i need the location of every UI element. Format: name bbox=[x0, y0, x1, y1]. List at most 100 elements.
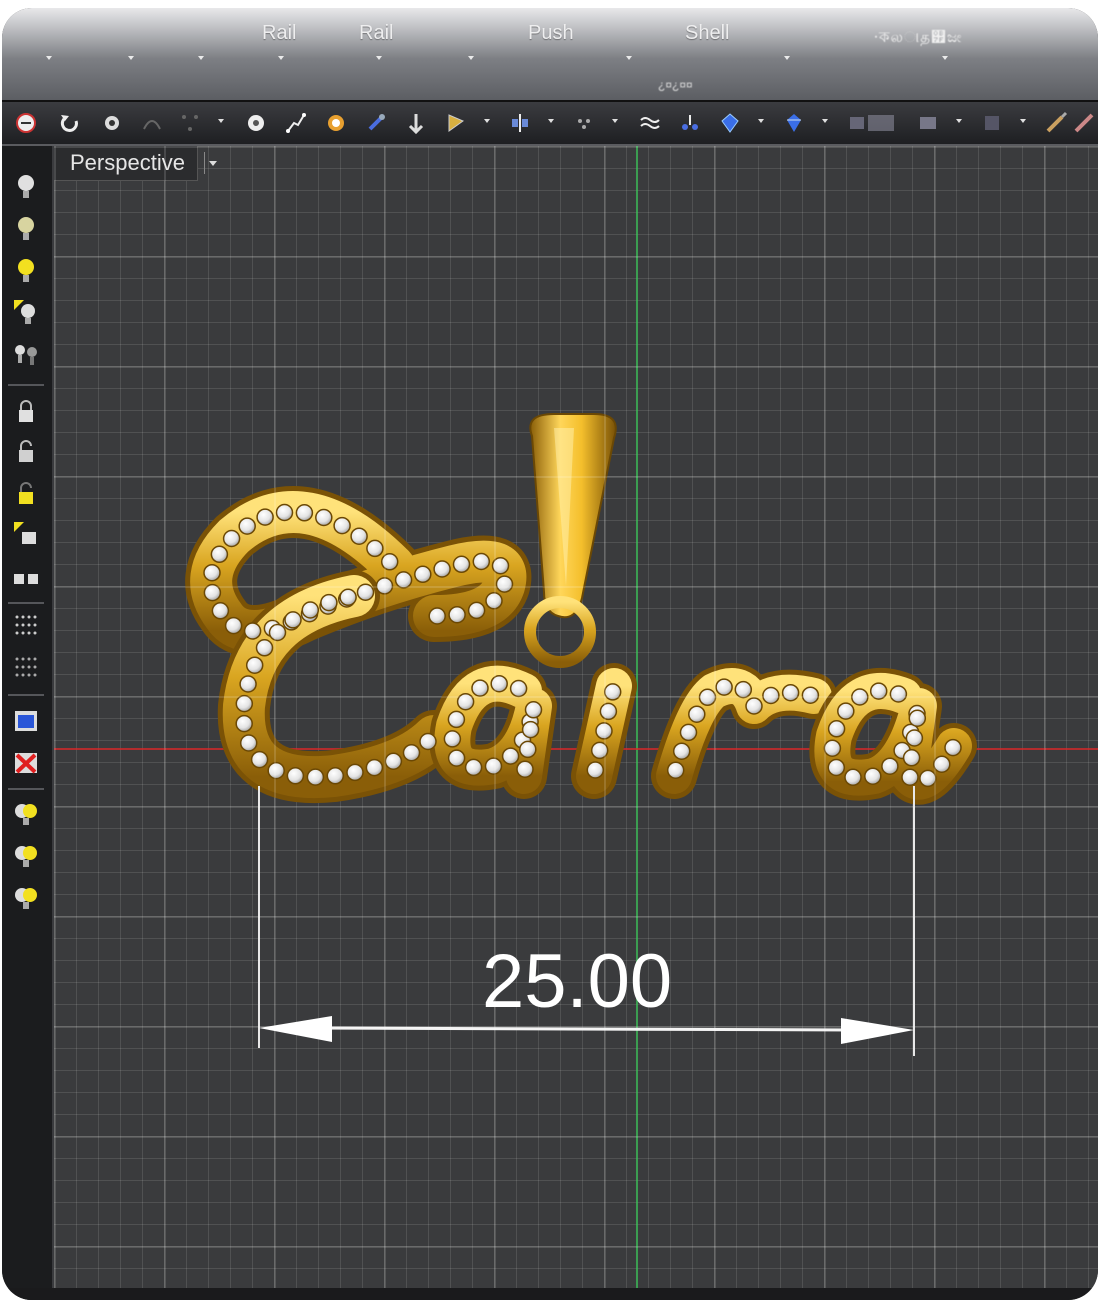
points-on-icon[interactable] bbox=[12, 612, 40, 642]
array-icon[interactable] bbox=[572, 111, 596, 135]
ribbon-dropdown-caret[interactable] bbox=[626, 56, 632, 60]
curve-icon[interactable] bbox=[140, 111, 164, 135]
light-bulb-select-icon[interactable] bbox=[12, 298, 40, 328]
diamond-stone bbox=[524, 701, 543, 719]
lock-alt-icon[interactable] bbox=[12, 438, 40, 468]
diamond-stone bbox=[238, 517, 256, 535]
diamond-stone bbox=[428, 607, 446, 625]
diamond-stone bbox=[698, 688, 717, 707]
render-window-icon[interactable] bbox=[12, 706, 40, 736]
panel-icon[interactable] bbox=[980, 111, 1004, 135]
mirror-icon[interactable] bbox=[508, 111, 532, 135]
lock-icon[interactable] bbox=[12, 398, 40, 428]
brush-icon[interactable] bbox=[1044, 111, 1068, 135]
pen-icon[interactable] bbox=[1072, 111, 1096, 135]
dimension-arrow-left bbox=[259, 1016, 332, 1042]
diamond-stone bbox=[586, 761, 605, 779]
select-icon[interactable] bbox=[364, 111, 388, 135]
pendant-bail[interactable] bbox=[524, 413, 617, 668]
gem-icon[interactable] bbox=[718, 111, 742, 135]
ribbon-dropdown-caret[interactable] bbox=[376, 56, 382, 60]
ribbon-dropdown-caret[interactable] bbox=[198, 56, 204, 60]
extrude-icon[interactable] bbox=[444, 111, 468, 135]
ribbon-group-blurred[interactable]: ⸱কலାத୿ಜೕ bbox=[874, 26, 962, 51]
ribbon-dropdown-caret[interactable] bbox=[278, 56, 284, 60]
render-icon[interactable] bbox=[324, 111, 348, 135]
history-icon[interactable] bbox=[14, 111, 38, 135]
toolbar-caret[interactable] bbox=[548, 119, 554, 123]
gear-icon[interactable] bbox=[100, 111, 124, 135]
diamond-stone bbox=[519, 740, 537, 759]
diamond-stone bbox=[250, 750, 269, 769]
diamond-stone bbox=[944, 738, 962, 757]
toolbar-caret[interactable] bbox=[822, 119, 828, 123]
viewport-menu-dropdown[interactable] bbox=[204, 152, 219, 174]
diamond-stone bbox=[590, 741, 609, 760]
dimension-arrow-right bbox=[841, 1018, 914, 1044]
diamond-stone bbox=[901, 768, 919, 786]
toolbar-caret[interactable] bbox=[218, 119, 224, 123]
diamond-stone bbox=[301, 601, 320, 619]
ribbon-group-shell[interactable]: Shell bbox=[685, 22, 729, 45]
toolbar-caret[interactable] bbox=[758, 119, 764, 123]
viewport-title[interactable]: Perspective bbox=[54, 146, 198, 181]
delete-render-icon[interactable] bbox=[12, 748, 40, 778]
ribbon-group-push[interactable]: Push bbox=[528, 22, 574, 45]
light-bulb-icon[interactable] bbox=[12, 172, 40, 202]
lock-yellow-icon[interactable] bbox=[12, 480, 40, 510]
diamond-stone bbox=[203, 563, 221, 582]
gem-set-icon[interactable] bbox=[678, 111, 702, 135]
status-strip bbox=[2, 1288, 1098, 1300]
diamond-icon[interactable] bbox=[782, 111, 806, 135]
lock-pair-icon[interactable] bbox=[12, 562, 40, 592]
ribbon-dropdown-caret[interactable] bbox=[942, 56, 948, 60]
light-pair-alt-icon[interactable] bbox=[12, 842, 40, 872]
tools-cluster-icon[interactable] bbox=[848, 111, 898, 135]
left-toolbar bbox=[2, 146, 54, 1300]
diamond-stone bbox=[881, 757, 899, 775]
diamond-stone bbox=[306, 768, 325, 786]
ribbon-dropdown-caret[interactable] bbox=[784, 56, 790, 60]
diamond-stone bbox=[762, 686, 780, 705]
toolbar-caret[interactable] bbox=[484, 119, 490, 123]
diamond-stone bbox=[255, 639, 274, 657]
diamond-stone bbox=[456, 692, 475, 711]
diamond-stone bbox=[516, 760, 534, 778]
ribbon-dropdown-caret[interactable] bbox=[46, 56, 52, 60]
diamond-stone bbox=[501, 747, 520, 765]
ribbon-dropdown-caret[interactable] bbox=[468, 56, 474, 60]
diamond-stone bbox=[222, 529, 241, 548]
diamond-stone bbox=[734, 680, 753, 699]
toolbar-caret[interactable] bbox=[612, 119, 618, 123]
ribbon-group-rail-2[interactable]: Rail bbox=[359, 22, 393, 45]
light-pair-select-icon[interactable] bbox=[12, 884, 40, 914]
light-pair-icon[interactable] bbox=[12, 800, 40, 830]
lock-select-icon[interactable] bbox=[12, 520, 40, 550]
toolbar-caret[interactable] bbox=[1020, 119, 1026, 123]
layer-icon[interactable] bbox=[916, 111, 940, 135]
perspective-viewport[interactable]: 25.00 Perspective bbox=[54, 146, 1098, 1288]
wave-icon[interactable] bbox=[638, 111, 662, 135]
toolbar-caret[interactable] bbox=[956, 119, 962, 123]
undo-icon[interactable] bbox=[58, 111, 82, 135]
diamond-stone bbox=[521, 720, 540, 739]
diamond-stone bbox=[827, 758, 846, 777]
diamond-stone bbox=[443, 730, 462, 748]
diamond-stone bbox=[315, 508, 333, 527]
diamond-stone bbox=[464, 758, 483, 777]
light-bulb-pair-icon[interactable] bbox=[12, 340, 40, 370]
polyline-icon[interactable] bbox=[284, 111, 308, 135]
sphere-icon[interactable] bbox=[244, 111, 268, 135]
light-bulb-dim-icon[interactable] bbox=[12, 214, 40, 244]
diamond-stone bbox=[275, 503, 294, 522]
diamond-stone bbox=[256, 508, 274, 526]
gumball-icon[interactable] bbox=[404, 111, 428, 135]
diamond-stone bbox=[326, 767, 345, 785]
ribbon-dropdown-caret[interactable] bbox=[128, 56, 134, 60]
diamond-stone bbox=[919, 769, 937, 788]
ribbon-group-rail-1[interactable]: Rail bbox=[262, 22, 296, 45]
points-icon[interactable] bbox=[178, 111, 202, 135]
points-off-icon[interactable] bbox=[12, 654, 40, 684]
light-bulb-on-icon[interactable] bbox=[12, 256, 40, 286]
diamond-stone bbox=[284, 611, 302, 629]
